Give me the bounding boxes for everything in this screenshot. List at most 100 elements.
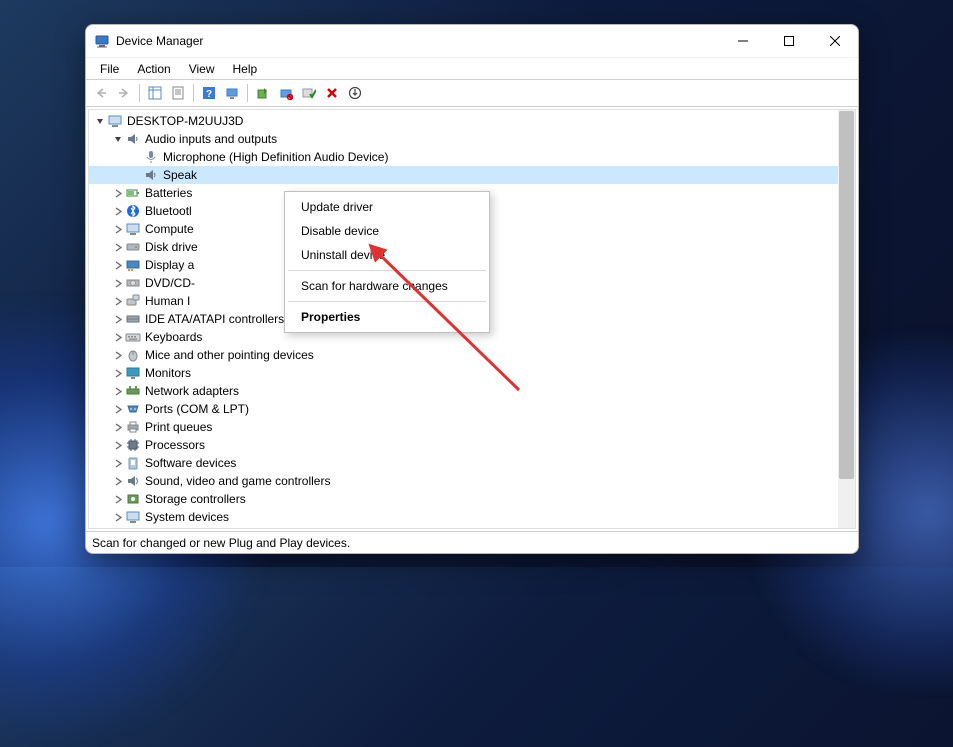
chevron-right-icon[interactable] [111, 387, 125, 396]
chevron-right-icon[interactable] [111, 369, 125, 378]
context-menu-separator [288, 270, 486, 271]
context-menu-properties[interactable]: Properties [287, 305, 487, 329]
tree-label: Software devices [145, 456, 236, 470]
tree-label: Sound, video and game controllers [145, 474, 330, 488]
enable-device-toolbar-button[interactable] [298, 82, 320, 104]
tree-label: Ports (COM & LPT) [145, 402, 249, 416]
maximize-button[interactable] [766, 25, 812, 57]
chevron-right-icon[interactable] [111, 405, 125, 414]
ide-icon [125, 311, 141, 327]
sound-icon [125, 473, 141, 489]
tree-root[interactable]: DESKTOP-M2UUJ3D [89, 112, 855, 130]
back-button[interactable] [90, 82, 112, 104]
tree-node-network[interactable]: Network adapters [89, 382, 855, 400]
tree-label: Print queues [145, 420, 212, 434]
context-menu-uninstall-device[interactable]: Uninstall device [287, 243, 487, 267]
scrollbar-thumb[interactable] [839, 111, 854, 479]
microphone-icon [143, 149, 159, 165]
chevron-right-icon[interactable] [111, 513, 125, 522]
tree-node-processors[interactable]: Processors [89, 436, 855, 454]
chevron-right-icon[interactable] [111, 207, 125, 216]
tree-label: Microphone (High Definition Audio Device… [163, 150, 388, 164]
uninstall-device-toolbar-button[interactable] [321, 82, 343, 104]
tree-label: Speak [163, 168, 197, 182]
tree-node-printq[interactable]: Print queues [89, 418, 855, 436]
tree-label: DVD/CD- [145, 276, 195, 290]
chevron-right-icon[interactable] [111, 477, 125, 486]
software-icon [125, 455, 141, 471]
update-driver-toolbar-button[interactable] [252, 82, 274, 104]
tree-label: DESKTOP-M2UUJ3D [127, 114, 243, 128]
context-menu-separator [288, 301, 486, 302]
chevron-right-icon[interactable] [111, 297, 125, 306]
tree-label: System devices [145, 510, 229, 524]
tree-node-system[interactable]: System devices [89, 508, 855, 526]
window-title: Device Manager [116, 34, 720, 48]
tree-label: Keyboards [145, 330, 202, 344]
forward-button[interactable] [113, 82, 135, 104]
chevron-right-icon[interactable] [111, 459, 125, 468]
tree-node-mice[interactable]: Mice and other pointing devices [89, 346, 855, 364]
port-icon [125, 401, 141, 417]
tree-label: Audio inputs and outputs [145, 132, 277, 146]
disable-device-toolbar-button[interactable] [275, 82, 297, 104]
chevron-right-icon[interactable] [111, 315, 125, 324]
show-hide-tree-button[interactable] [144, 82, 166, 104]
mouse-icon [125, 347, 141, 363]
tree-node-sound[interactable]: Sound, video and game controllers [89, 472, 855, 490]
speaker-icon [143, 167, 159, 183]
chevron-right-icon[interactable] [111, 189, 125, 198]
context-menu-scan-hardware[interactable]: Scan for hardware changes [287, 274, 487, 298]
scrollbar[interactable] [838, 110, 855, 528]
chevron-right-icon[interactable] [111, 279, 125, 288]
tree-label: Storage controllers [145, 492, 246, 506]
tree-node-monitors[interactable]: Monitors [89, 364, 855, 382]
chevron-right-icon[interactable] [111, 333, 125, 342]
speaker-icon [125, 131, 141, 147]
chevron-right-icon[interactable] [111, 351, 125, 360]
context-menu-update-driver[interactable]: Update driver [287, 195, 487, 219]
tree-label: Mice and other pointing devices [145, 348, 314, 362]
tree-label: Compute [145, 222, 194, 236]
menu-view[interactable]: View [181, 60, 223, 78]
chevron-down-icon[interactable] [111, 135, 125, 144]
install-legacy-toolbar-button[interactable] [344, 82, 366, 104]
tree-node-storage[interactable]: Storage controllers [89, 490, 855, 508]
printer-icon [125, 419, 141, 435]
tree-label: Disk drive [145, 240, 198, 254]
toolbar: ? [86, 79, 858, 107]
chevron-right-icon[interactable] [111, 261, 125, 270]
menu-file[interactable]: File [92, 60, 127, 78]
tree-node-audio[interactable]: Audio inputs and outputs [89, 130, 855, 148]
tree-label: Display a [145, 258, 194, 272]
chevron-right-icon[interactable] [111, 441, 125, 450]
cpu-icon [125, 437, 141, 453]
tree-node-ports[interactable]: Ports (COM & LPT) [89, 400, 855, 418]
network-icon [125, 383, 141, 399]
close-button[interactable] [812, 25, 858, 57]
display-adapter-icon [125, 257, 141, 273]
context-menu-disable-device[interactable]: Disable device [287, 219, 487, 243]
chevron-right-icon[interactable] [111, 225, 125, 234]
minimize-button[interactable] [720, 25, 766, 57]
chevron-right-icon[interactable] [111, 495, 125, 504]
scan-hardware-toolbar-button[interactable] [221, 82, 243, 104]
properties-toolbar-button[interactable] [167, 82, 189, 104]
tree-label: Bluetootl [145, 204, 192, 218]
app-icon [94, 33, 110, 49]
menu-action[interactable]: Action [129, 60, 178, 78]
tree-node-microphone[interactable]: Microphone (High Definition Audio Device… [89, 148, 855, 166]
titlebar: Device Manager [86, 25, 858, 57]
disk-icon [125, 239, 141, 255]
tree-node-speakers[interactable]: Speak [89, 166, 855, 184]
help-toolbar-button[interactable]: ? [198, 82, 220, 104]
tree-label: IDE ATA/ATAPI controllers [145, 312, 284, 326]
chevron-right-icon[interactable] [111, 243, 125, 252]
chevron-down-icon[interactable] [93, 117, 107, 126]
dvd-icon [125, 275, 141, 291]
tree-label: Batteries [145, 186, 192, 200]
tree-node-software[interactable]: Software devices [89, 454, 855, 472]
menu-help[interactable]: Help [225, 60, 266, 78]
storage-icon [125, 491, 141, 507]
chevron-right-icon[interactable] [111, 423, 125, 432]
